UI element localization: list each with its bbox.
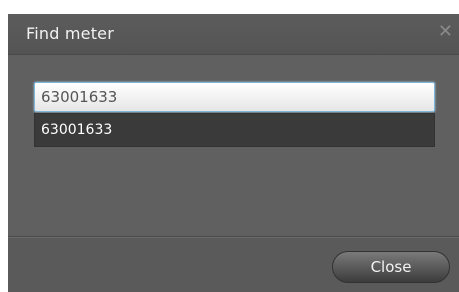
close-button[interactable]: Close bbox=[332, 251, 450, 283]
dialog-body: 63001633 bbox=[8, 55, 459, 235]
dialog-title: Find meter bbox=[26, 24, 114, 43]
dialog-titlebar: Find meter ✕ bbox=[8, 14, 459, 55]
meter-search-input[interactable] bbox=[34, 82, 435, 112]
close-icon[interactable]: ✕ bbox=[438, 23, 453, 41]
dialog-footer: Close bbox=[8, 236, 459, 292]
suggestion-list: 63001633 bbox=[34, 113, 435, 147]
find-meter-dialog: Find meter ✕ 63001633 Close bbox=[8, 14, 459, 292]
suggestion-item[interactable]: 63001633 bbox=[41, 122, 112, 138]
